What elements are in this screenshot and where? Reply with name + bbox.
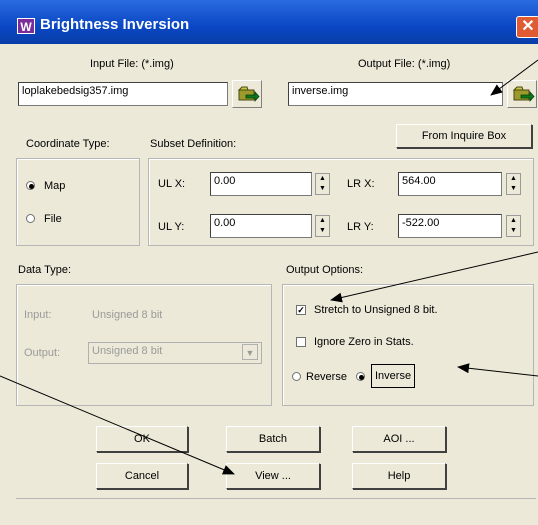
uly-field[interactable]: 0.00 — [210, 214, 312, 238]
lry-label: LR Y: — [347, 221, 374, 233]
lrx-spin-icon[interactable]: ▲ ▼ — [506, 173, 521, 195]
view-button[interactable]: View ... — [226, 463, 320, 489]
ok-button[interactable]: OK — [96, 426, 188, 452]
aoi-button[interactable]: AOI ... — [352, 426, 446, 452]
ulx-spin-icon[interactable]: ▲ ▼ — [315, 173, 330, 195]
ignore-zero-checkbox[interactable] — [296, 337, 306, 347]
folder-open-icon — [512, 86, 535, 103]
inverse-radio[interactable] — [356, 372, 365, 381]
subset-definition-label: Subset Definition: — [150, 138, 237, 150]
lrx-field[interactable]: 564.00 — [398, 172, 502, 196]
output-file-field[interactable]: inverse.img — [288, 82, 503, 106]
coordinate-type-label: Coordinate Type: — [26, 138, 110, 150]
ignore-zero-label: Ignore Zero in Stats. — [314, 336, 414, 348]
window-title: Brightness Inversion — [40, 16, 190, 33]
ulx-field[interactable]: 0.00 — [210, 172, 312, 196]
coord-map-radio[interactable] — [26, 181, 35, 190]
uly-label: UL Y: — [158, 221, 185, 233]
input-file-field[interactable]: loplakebedsig357.img — [18, 82, 228, 106]
data-output-select: Unsigned 8 bit — [88, 342, 262, 364]
input-file-label: Input File: (*.img) — [90, 58, 174, 70]
help-button[interactable]: Help — [352, 463, 446, 489]
cancel-button[interactable]: Cancel — [96, 463, 188, 489]
ulx-label: UL X: — [158, 178, 186, 190]
coordinate-type-group — [16, 158, 140, 246]
input-folder-button[interactable] — [232, 80, 262, 108]
reverse-radio[interactable] — [292, 372, 301, 381]
lrx-label: LR X: — [347, 178, 375, 190]
stretch-label: Stretch to Unsigned 8 bit. — [314, 304, 438, 316]
output-options-label: Output Options: — [286, 264, 364, 276]
inverse-label: Inverse — [371, 364, 416, 388]
app-icon: W — [17, 18, 35, 34]
lry-spin-icon[interactable]: ▲ ▼ — [506, 215, 521, 237]
output-folder-button[interactable] — [507, 80, 537, 108]
stretch-checkbox[interactable]: ✓ — [296, 305, 306, 315]
close-button[interactable]: ✕ — [516, 16, 538, 38]
chevron-down-icon: ▼ — [242, 344, 258, 360]
from-inquire-box-button[interactable]: From Inquire Box — [396, 124, 532, 148]
batch-button[interactable]: Batch — [226, 426, 320, 452]
status-divider — [16, 498, 536, 499]
coord-file-label: File — [44, 213, 62, 225]
uly-spin-icon[interactable]: ▲ ▼ — [315, 215, 330, 237]
coord-map-label: Map — [44, 180, 66, 192]
data-input-label: Input: — [24, 309, 52, 321]
coord-file-radio[interactable] — [26, 214, 35, 223]
data-input-value: Unsigned 8 bit — [92, 309, 163, 321]
data-type-label: Data Type: — [18, 264, 71, 276]
lry-field[interactable]: -522.00 — [398, 214, 502, 238]
output-file-label: Output File: (*.img) — [358, 58, 451, 70]
data-output-label: Output: — [24, 347, 61, 359]
folder-open-icon — [237, 86, 260, 103]
reverse-label: Reverse — [306, 371, 347, 383]
